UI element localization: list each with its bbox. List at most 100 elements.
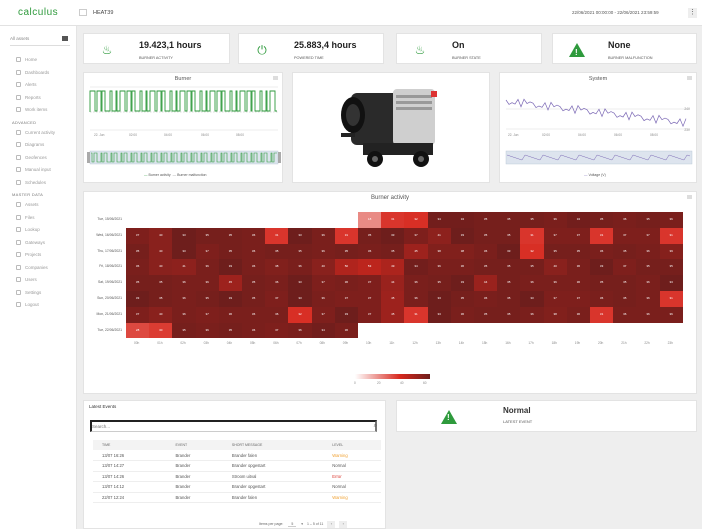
heatmap-cell[interactable]: 35 xyxy=(636,212,660,228)
heatmap-cell[interactable]: 38 xyxy=(543,306,567,323)
heatmap-cell[interactable]: 35 xyxy=(195,291,219,307)
heatmap-cell[interactable]: 36 xyxy=(334,275,358,291)
heatmap-cell[interactable]: 36 xyxy=(195,259,219,276)
heatmap-cell[interactable]: 36 xyxy=(404,275,428,291)
heatmap-cell[interactable]: 30 xyxy=(149,322,173,339)
heatmap-cell[interactable]: 36 xyxy=(311,227,335,244)
heatmap-cell[interactable]: 33 xyxy=(520,291,544,307)
sidebar-item-home[interactable]: Home xyxy=(16,56,74,64)
heatmap-cell[interactable]: 35 xyxy=(659,259,683,276)
heatmap-cell[interactable]: 35 xyxy=(126,275,150,291)
heatmap-cell[interactable]: 36 xyxy=(265,275,289,291)
heatmap-cell[interactable]: 33 xyxy=(288,275,312,291)
heatmap-cell[interactable]: 33 xyxy=(381,227,405,244)
heatmap-cell[interactable]: 35 xyxy=(474,306,498,323)
heatmap-cell[interactable]: 36 xyxy=(636,275,660,291)
heatmap-cell[interactable]: 45 xyxy=(218,275,242,291)
grid-icon[interactable] xyxy=(79,9,87,16)
items-per-page-select[interactable]: 5 xyxy=(288,522,297,527)
asset-select[interactable]: All assets xyxy=(10,34,70,46)
heatmap-cell[interactable]: 36 xyxy=(311,243,335,260)
heatmap-cell[interactable]: 38 xyxy=(427,243,451,260)
sidebar-item-manual-input[interactable]: Manual input xyxy=(16,166,74,174)
heatmap-cell[interactable]: 36 xyxy=(520,275,544,291)
heatmap-cell[interactable]: 35 xyxy=(520,259,544,276)
heatmap-cell[interactable]: 35 xyxy=(358,227,382,244)
heatmap-cell[interactable]: 28 xyxy=(126,322,150,339)
table-row[interactable]: 13/07 14:26 Brander Stroom uitval Error xyxy=(93,471,381,482)
heatmap-cell[interactable]: 37 xyxy=(334,291,358,307)
heatmap-cell[interactable]: 35 xyxy=(636,259,660,276)
heatmap-cell[interactable]: 35 xyxy=(613,291,637,307)
heatmap-cell[interactable]: 36 xyxy=(613,306,637,323)
heatmap-cell[interactable]: 49 xyxy=(381,259,405,276)
heatmap-cell[interactable]: 36 xyxy=(195,275,219,291)
heatmap-cell[interactable]: 31 xyxy=(659,291,683,307)
heatmap-cell[interactable]: 36 xyxy=(288,259,312,276)
sidebar-item-settings[interactable]: Settings xyxy=(16,289,74,297)
heatmap-cell[interactable]: 35 xyxy=(590,212,614,228)
heatmap-cell[interactable]: 36 xyxy=(474,291,498,307)
heatmap-cell[interactable]: 31 xyxy=(404,306,428,323)
table-row[interactable]: 13/07 16:26 Brander Brander falen Warning xyxy=(93,450,381,461)
sidebar-item-current-activity[interactable]: Current activity xyxy=(16,129,74,137)
heatmap-cell[interactable]: 36 xyxy=(659,306,683,323)
heatmap-cell[interactable]: 33 xyxy=(427,291,451,307)
heatmap-cell[interactable]: 35 xyxy=(543,243,567,260)
heatmap-cell[interactable]: 36 xyxy=(450,306,474,323)
heatmap-cell[interactable]: 37 xyxy=(358,291,382,307)
heatmap-cell[interactable]: 37 xyxy=(311,275,335,291)
heatmap-cell[interactable]: 36 xyxy=(288,322,312,339)
col-event[interactable]: EVENT xyxy=(166,440,223,450)
heatmap-cell[interactable]: 41 xyxy=(427,227,451,244)
heatmap-cell[interactable]: 37 xyxy=(636,227,660,244)
heatmap-cell[interactable]: 35 xyxy=(334,243,358,260)
heatmap-cell[interactable]: 36 xyxy=(474,243,498,260)
heatmap-cell[interactable]: 36 xyxy=(613,212,637,228)
sidebar-item-schedules[interactable]: Schedules xyxy=(16,179,74,187)
heatmap-cell[interactable]: 34 xyxy=(427,212,451,228)
heatmap-cell[interactable]: 35 xyxy=(242,291,266,307)
heatmap-cell[interactable]: 37 xyxy=(613,227,637,244)
sidebar-item-reports[interactable]: Reports xyxy=(16,94,74,102)
heatmap-cell[interactable]: 37 xyxy=(195,243,219,260)
heatmap-cell[interactable]: 40 xyxy=(311,259,335,276)
heatmap-cell[interactable]: 37 xyxy=(404,227,428,244)
heatmap-cell[interactable]: 32 xyxy=(404,212,428,228)
heatmap-cell[interactable]: 33 xyxy=(334,306,358,323)
heatmap-cell[interactable]: 41 xyxy=(172,259,196,276)
heatmap-cell[interactable]: 45 xyxy=(404,243,428,260)
heatmap-cell[interactable]: 31 xyxy=(520,227,544,244)
heatmap-cell[interactable]: 34 xyxy=(566,212,590,228)
events-search-input[interactable] xyxy=(90,420,377,432)
sidebar-item-dashboards[interactable]: Dashboards xyxy=(16,69,74,77)
heatmap-cell[interactable]: 36 xyxy=(172,306,196,323)
heatmap-cell[interactable]: 36 xyxy=(242,227,266,244)
heatmap-cell[interactable]: 35 xyxy=(613,275,637,291)
heatmap-cell[interactable]: 36 xyxy=(218,306,242,323)
heatmap-cell[interactable]: 35 xyxy=(613,243,637,260)
heatmap-cell[interactable]: 37 xyxy=(311,306,335,323)
heatmap-cell[interactable]: 37 xyxy=(566,291,590,307)
heatmap-cell[interactable]: 36 xyxy=(265,306,289,323)
heatmap-cell[interactable]: 33 xyxy=(450,227,474,244)
heatmap-cell[interactable]: 36 xyxy=(242,322,266,339)
heatmap-cell[interactable]: 35 xyxy=(474,259,498,276)
heatmap-cell[interactable]: 53 xyxy=(358,259,382,276)
heatmap-cell[interactable]: 37 xyxy=(543,291,567,307)
heatmap-cell[interactable]: 35 xyxy=(497,306,521,323)
heatmap-cell[interactable]: 35 xyxy=(381,243,405,260)
heatmap-cell[interactable]: 33 xyxy=(288,291,312,307)
heatmap-cell[interactable]: 35 xyxy=(497,291,521,307)
heatmap-cell[interactable]: 37 xyxy=(126,306,150,323)
sidebar-item-work-items[interactable]: Work items xyxy=(16,106,74,114)
heatmap-cell[interactable]: 31 xyxy=(659,227,683,244)
heatmap-cell[interactable]: 35 xyxy=(497,275,521,291)
heatmap-cell[interactable]: 32 xyxy=(288,306,312,323)
heatmap-cell[interactable]: 36 xyxy=(242,306,266,323)
heatmap-cell[interactable]: 36 xyxy=(172,291,196,307)
heatmap-cell[interactable]: 35 xyxy=(474,227,498,244)
heatmap-cell[interactable]: 40 xyxy=(149,306,173,323)
heatmap-cell[interactable]: 33 xyxy=(288,227,312,244)
heatmap-cell[interactable]: 37 xyxy=(543,227,567,244)
